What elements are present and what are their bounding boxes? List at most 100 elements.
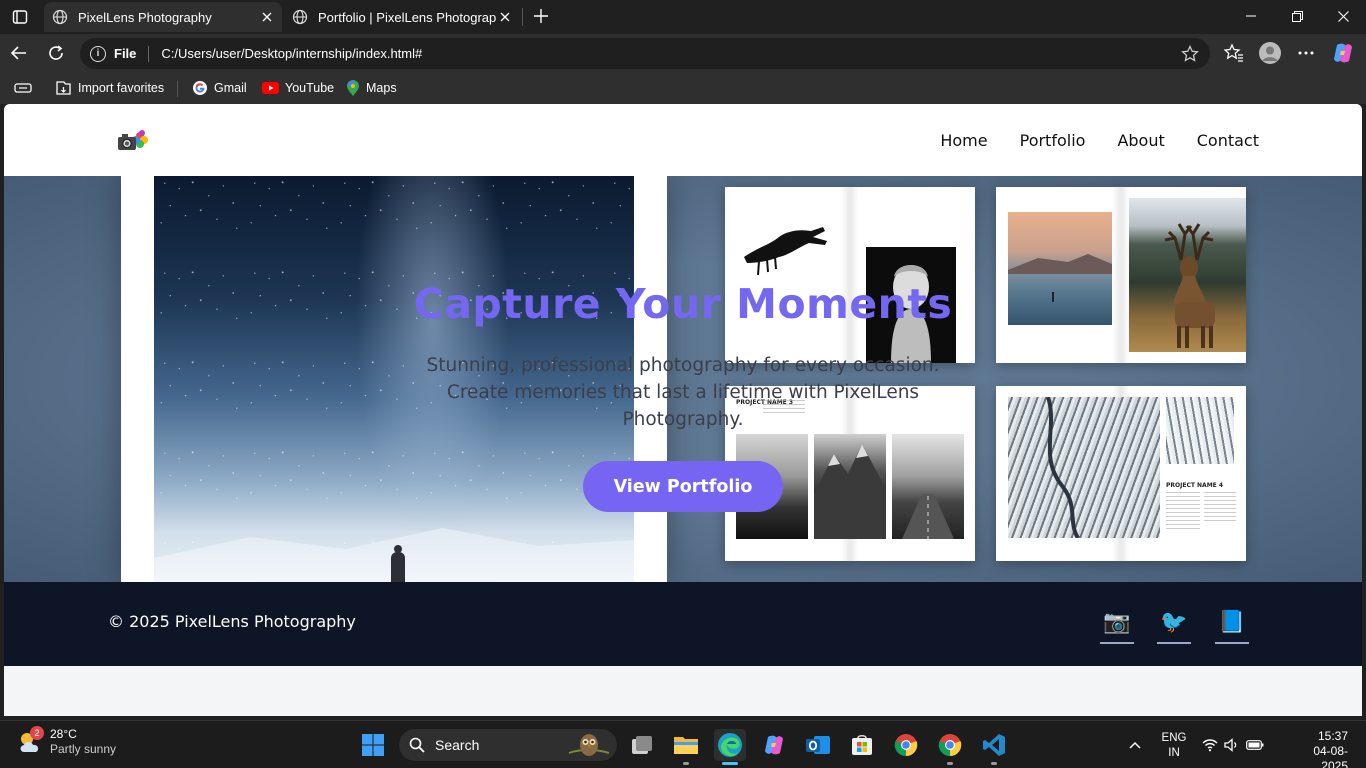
nav-contact[interactable]: Contact — [1197, 131, 1259, 150]
restore-button[interactable] — [1274, 0, 1320, 32]
bookmark-youtube[interactable]: YouTube — [262, 78, 334, 98]
silhouette-figure — [391, 545, 405, 582]
weather-widget[interactable]: 2 28°C Partly sunny — [16, 726, 116, 757]
gallery-page-4: PROJECT NAME 4 — [996, 386, 1246, 561]
refresh-button[interactable] — [43, 40, 69, 66]
copilot-button[interactable] — [1330, 40, 1356, 66]
quick-settings-button[interactable] — [1198, 729, 1268, 761]
maps-pin-icon — [347, 79, 359, 96]
active-indicator — [722, 762, 738, 765]
copilot-icon — [1334, 43, 1352, 63]
nav-home[interactable]: Home — [940, 131, 987, 150]
globe-icon — [292, 9, 308, 25]
microsoft-store-button[interactable] — [846, 729, 878, 761]
nav-about[interactable]: About — [1117, 131, 1164, 150]
mono-road-photo — [892, 434, 964, 539]
address-bar[interactable]: i File C:/Users/user/Desktop/internship/… — [80, 38, 1210, 69]
battery-icon — [1246, 740, 1264, 750]
system-clock[interactable]: 15:37 04-08-2025 — [1296, 729, 1348, 768]
task-view-icon — [632, 736, 652, 754]
outlook-button[interactable] — [802, 729, 834, 761]
bookmark-label: Gmail — [214, 81, 247, 95]
gallery-page-1 — [725, 187, 975, 363]
nav-portfolio[interactable]: Portfolio — [1020, 131, 1086, 150]
tab-pixellens[interactable]: PixelLens Photography — [44, 2, 282, 32]
view-portfolio-button[interactable]: View Portfolio — [583, 461, 783, 512]
edge-icon — [718, 733, 742, 757]
bookmark-maps[interactable]: Maps — [346, 78, 397, 98]
copilot-icon — [765, 735, 783, 755]
settings-more-button[interactable] — [1293, 40, 1319, 66]
restore-icon — [1291, 10, 1303, 22]
chrome-profile-button[interactable] — [934, 729, 966, 765]
main-nav: Home Portfolio About Contact — [940, 131, 1259, 150]
task-view-button[interactable] — [626, 729, 658, 761]
lang-code: ENG — [1161, 732, 1187, 744]
bookmark-divider — [177, 81, 178, 97]
google-icon — [193, 81, 207, 95]
close-window-button[interactable] — [1320, 0, 1366, 32]
copilot-taskbar-button[interactable] — [758, 729, 790, 761]
close-tab-icon[interactable] — [496, 8, 514, 26]
site-logo-camera-icon[interactable] — [116, 126, 150, 156]
back-button[interactable] — [6, 40, 32, 66]
site-footer: © 2025 PixelLens Photography 📷 🐦 📘 — [4, 582, 1362, 666]
tab-portfolio[interactable]: Portfolio | PixelLens Photography — [284, 2, 520, 32]
file-explorer-button[interactable] — [670, 729, 702, 765]
deer-photo — [1129, 198, 1246, 352]
favorites-button[interactable] — [1221, 40, 1247, 66]
ink-hand-image — [744, 227, 827, 276]
input-language[interactable]: ENG IN — [1158, 731, 1190, 761]
footer-copyright: © 2025 PixelLens Photography — [108, 612, 356, 631]
page-fold — [1112, 187, 1130, 363]
plus-icon — [534, 9, 548, 23]
snowy-forest-aerial-photo — [1008, 396, 1160, 540]
facebook-book-icon[interactable]: 📘 — [1215, 608, 1249, 644]
new-tab-button[interactable] — [530, 5, 552, 27]
project-copy-4a — [1166, 492, 1200, 532]
refresh-icon — [49, 45, 63, 60]
start-button[interactable] — [357, 729, 389, 761]
project-copy-4b — [1204, 492, 1236, 522]
close-tab-icon[interactable] — [258, 8, 276, 26]
edge-button[interactable] — [714, 729, 746, 765]
tab-title: PixelLens Photography — [78, 9, 212, 25]
weather-temp: 28°C — [50, 727, 77, 741]
partly-sunny-icon: 2 — [16, 726, 44, 756]
chrome-button[interactable] — [890, 729, 922, 761]
vscode-icon — [983, 734, 1005, 756]
windows-taskbar: 2 28°C Partly sunny Search ENG IN 15:37 … — [0, 720, 1366, 768]
gallery-page-2 — [996, 187, 1246, 363]
bookmark-gmail[interactable]: Gmail — [192, 78, 247, 98]
snowy-cabin-photo — [1166, 397, 1234, 464]
url-scheme: File — [114, 46, 137, 61]
bookmark-import-favorites[interactable]: Import favorites — [55, 78, 164, 98]
site-info-icon[interactable]: i — [90, 45, 106, 62]
close-icon — [1337, 10, 1349, 22]
running-indicator — [991, 762, 997, 765]
url-text[interactable]: C:/Users/user/Desktop/internship/index.h… — [161, 46, 1180, 61]
minimize-button[interactable] — [1228, 0, 1274, 32]
add-favorite-icon[interactable] — [1180, 44, 1200, 64]
hero-subtitle: Stunning, professional photography for e… — [426, 355, 940, 430]
address-toolbar: i File C:/Users/user/Desktop/internship/… — [0, 34, 1366, 72]
hero-section: PROJECT NAME 3 PROJECT NAME 4 Capture Yo… — [4, 176, 1362, 582]
show-hidden-icons-button[interactable] — [1120, 729, 1150, 761]
profile-button[interactable] — [1257, 40, 1283, 66]
vscode-button[interactable] — [978, 729, 1010, 765]
instagram-camera-icon[interactable]: 📷 — [1100, 608, 1134, 644]
taskbar-search[interactable]: Search — [399, 729, 617, 761]
more-dots-icon — [1298, 51, 1314, 55]
bookmark-label: YouTube — [285, 81, 335, 95]
outlook-icon — [806, 736, 830, 754]
collections-icon[interactable] — [14, 78, 32, 98]
clock-date: 04-08-2025 — [1313, 744, 1348, 768]
chrome-icon — [938, 734, 962, 757]
back-arrow-icon — [10, 46, 26, 60]
tab-actions-button[interactable] — [6, 4, 34, 30]
chrome-icon — [894, 734, 918, 757]
twitter-bird-icon[interactable]: 🐦 — [1157, 608, 1191, 644]
tab-separator — [522, 8, 523, 26]
favorites-star-list-icon — [1224, 43, 1243, 62]
weather-badge: 2 — [30, 726, 44, 740]
